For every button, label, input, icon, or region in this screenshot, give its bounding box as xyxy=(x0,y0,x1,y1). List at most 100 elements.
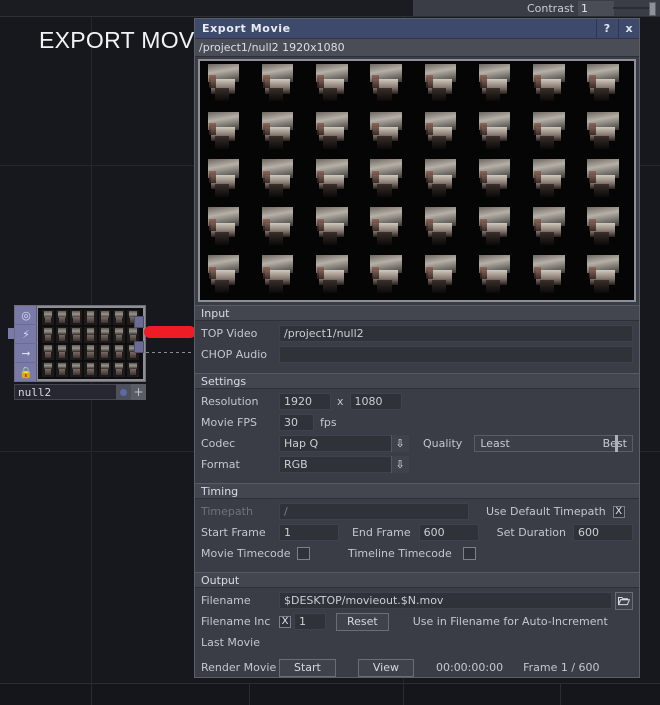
start-button[interactable]: Start xyxy=(279,658,336,677)
format-value: RGB xyxy=(284,458,308,471)
top-video-label: TOP Video xyxy=(201,327,258,340)
resolution-height-input[interactable]: 1080 xyxy=(349,393,402,410)
node-output-connector[interactable] xyxy=(134,316,144,328)
node-thumbnail xyxy=(38,308,143,379)
node-null2[interactable]: ◎ ⚡ ➞ 🔒 xyxy=(14,305,146,382)
node-thumb-cell xyxy=(112,327,125,343)
display-icon[interactable]: ➞ xyxy=(15,344,37,363)
viewer-icon[interactable]: ◎ xyxy=(15,306,37,325)
node-thumbnail-grid xyxy=(42,310,139,377)
preview-tile xyxy=(200,109,254,157)
node-thumb-cell xyxy=(126,361,139,377)
render-frame-status: Frame 1 / 600 xyxy=(523,661,600,674)
row-timecodes: Movie Timecode Timeline Timecode xyxy=(201,544,633,563)
format-dropdown[interactable]: RGB ⇩ xyxy=(279,456,409,473)
movie-fps-label: Movie FPS xyxy=(201,416,257,429)
close-icon[interactable]: x xyxy=(618,19,639,38)
node-thumb-cell xyxy=(112,310,125,326)
pane-divider xyxy=(249,684,250,705)
quality-label: Quality xyxy=(423,437,463,450)
timepath-label: Timepath xyxy=(201,505,253,518)
preview-tile xyxy=(526,157,580,205)
use-default-timepath-label: Use Default Timepath xyxy=(486,505,606,518)
quality-min-label: Least xyxy=(480,437,510,450)
section-header-output: Output xyxy=(195,572,639,588)
node-flag-strip[interactable]: ◎ ⚡ ➞ 🔒 xyxy=(15,306,37,382)
contrast-value-field[interactable]: 1 xyxy=(578,1,614,16)
filename-input[interactable]: $DESKTOP/movieout.$N.mov xyxy=(279,592,612,609)
preview-tile xyxy=(526,109,580,157)
row-top-video: TOP Video /project1/null2 xyxy=(201,324,633,343)
timepath-input[interactable]: / xyxy=(279,503,469,520)
auto-increment-hint: Use in Filename for Auto-Increment xyxy=(412,615,608,628)
node-thumb-cell xyxy=(56,310,69,326)
contrast-slider-handle[interactable] xyxy=(649,2,656,16)
dialog-title: Export Movie xyxy=(202,22,291,35)
bottom-pane-strip xyxy=(0,683,660,705)
filename-inc-input[interactable]: 1 xyxy=(294,613,326,630)
top-video-input[interactable]: /project1/null2 xyxy=(279,325,633,342)
view-button[interactable]: View xyxy=(357,658,414,677)
preview-tile xyxy=(363,157,417,205)
chevron-down-icon[interactable]: ⇩ xyxy=(391,456,408,473)
output-section: Filename $DESKTOP/movieout.$N.mov Filena… xyxy=(195,588,639,683)
node-thumb-cell xyxy=(84,344,97,360)
node-expand-icon[interactable]: + xyxy=(131,384,146,400)
render-icon[interactable]: ⚡ xyxy=(15,325,37,344)
preview-tile xyxy=(526,204,580,252)
reset-button[interactable]: Reset xyxy=(336,612,389,631)
preview-tile xyxy=(417,61,471,109)
clone-icon[interactable]: 🔒 xyxy=(15,363,37,382)
node-thumb-cell xyxy=(42,327,55,343)
movie-timecode-checkbox[interactable] xyxy=(297,547,310,560)
row-format: Format RGB ⇩ xyxy=(201,455,633,474)
preview-tile xyxy=(309,157,363,205)
end-frame-label: End Frame xyxy=(351,526,411,539)
set-duration-input[interactable]: 600 xyxy=(573,524,633,541)
filename-inc-label: Filename Inc xyxy=(201,615,271,628)
movie-preview[interactable] xyxy=(198,59,636,302)
folder-open-icon[interactable] xyxy=(615,591,633,610)
preview-tile xyxy=(309,204,363,252)
preview-tile-grid xyxy=(200,61,634,300)
timeline-timecode-checkbox[interactable] xyxy=(462,547,476,560)
preview-tile xyxy=(526,61,580,109)
row-filename-inc: Filename Inc X 1 Reset Use in Filename f… xyxy=(201,612,633,631)
help-icon[interactable]: ? xyxy=(596,19,617,38)
timeline-timecode-label: Timeline Timecode xyxy=(348,547,452,560)
use-default-timepath-checkbox[interactable]: X xyxy=(612,505,625,518)
contrast-slider[interactable] xyxy=(613,7,651,9)
dialog-titlebar[interactable]: Export Movie ? x xyxy=(195,19,639,39)
quality-slider-handle[interactable] xyxy=(615,435,618,452)
node-thumb-cell xyxy=(84,327,97,343)
preview-tile xyxy=(254,157,308,205)
chevron-down-icon[interactable]: ⇩ xyxy=(391,435,408,452)
start-frame-input[interactable]: 1 xyxy=(279,524,339,541)
preview-tile xyxy=(417,252,471,300)
quality-slider[interactable]: Least Best xyxy=(474,435,633,452)
node-wire-active[interactable] xyxy=(144,326,196,338)
chop-audio-input[interactable] xyxy=(279,346,633,363)
row-chop-audio: CHOP Audio xyxy=(201,345,633,364)
movie-fps-input[interactable]: 30 xyxy=(279,414,314,431)
row-codec: Codec Hap Q ⇩ Quality Least Best xyxy=(201,434,633,453)
movie-preview-image xyxy=(200,61,634,300)
node-thumb-cell xyxy=(42,344,55,360)
node-output-connector-secondary[interactable] xyxy=(134,341,144,353)
preview-tile xyxy=(417,157,471,205)
preview-tile xyxy=(363,109,417,157)
preview-tile xyxy=(580,157,634,205)
node-name-buttons[interactable]: + xyxy=(116,384,146,400)
resolution-width-input[interactable]: 1920 xyxy=(279,393,331,410)
node-thumb-cell xyxy=(84,361,97,377)
node-bypass-icon[interactable] xyxy=(116,384,131,400)
settings-section: Resolution 1920 x 1080 Movie FPS 30 fps … xyxy=(195,389,639,480)
filename-inc-checkbox[interactable]: X xyxy=(279,615,291,628)
node-thumb-cell xyxy=(98,327,111,343)
preview-tile xyxy=(471,252,525,300)
end-frame-input[interactable]: 600 xyxy=(418,524,479,541)
node-thumb-cell xyxy=(84,310,97,326)
preview-tile xyxy=(254,61,308,109)
preview-tile xyxy=(200,204,254,252)
codec-dropdown[interactable]: Hap Q ⇩ xyxy=(279,435,409,452)
